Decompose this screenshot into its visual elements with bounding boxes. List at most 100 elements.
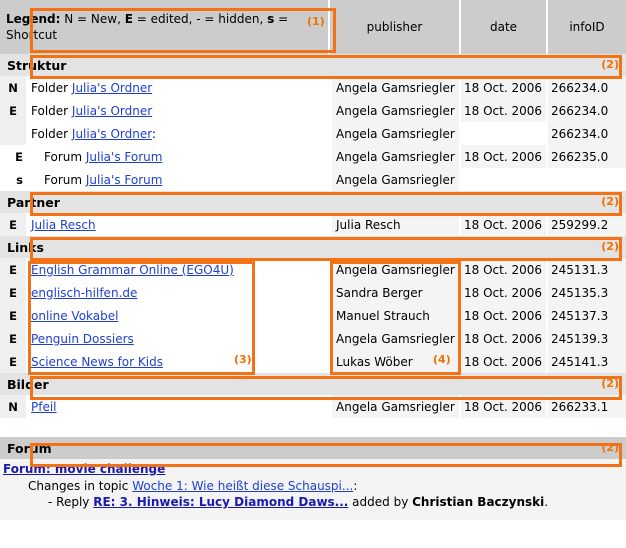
row-title-cell: Forum Julia's Forum	[26, 168, 330, 191]
row-publisher-cell: Julia Resch	[330, 213, 461, 236]
row-status-marker: N	[0, 76, 26, 99]
row-publisher-cell: Angela Gamsriegler	[330, 76, 461, 99]
forum-section-header-cell: (2) Forum	[0, 437, 626, 459]
forum-section-title: Forum	[7, 441, 52, 456]
legend-new: N = New,	[60, 12, 124, 26]
row-title-cell: Folder Julia's Ordner:	[26, 122, 330, 145]
section-header-cell: (2)Struktur	[0, 54, 626, 76]
row-publisher-cell: Angela Gamsriegler	[330, 122, 461, 145]
row-infoid-cell: 266234.0	[548, 76, 626, 99]
legend-label: Legend:	[6, 12, 60, 26]
row-infoid-cell: 259299.2	[548, 213, 626, 236]
row-status-marker-text: E	[1, 150, 25, 164]
row-status-marker: E	[0, 258, 26, 281]
row-date-cell: 18 Oct. 2006	[461, 258, 548, 281]
table-row: E Folder Julia's OrdnerAngela Gamsriegler…	[0, 99, 626, 122]
row-title-prefix: Folder	[31, 127, 72, 141]
forum-body-row: Forum: movie challenge Changes in topic …	[0, 459, 626, 520]
row-infoid-cell: 266234.0	[548, 99, 626, 122]
row-title-link[interactable]: Julia's Ordner	[72, 81, 152, 95]
row-status-marker-text: N	[8, 81, 18, 95]
section-header-bilder: (2)Bilder	[0, 373, 626, 395]
section-header-cell: (2) Partner	[0, 191, 626, 213]
row-status-marker: N	[0, 395, 26, 418]
row-status-marker: s	[0, 168, 26, 191]
row-status-marker: E	[0, 99, 26, 122]
row-status-marker-text: E	[9, 104, 17, 118]
table-header-row: Legend: N = New, E = edited, - = hidden,…	[0, 0, 626, 54]
row-title-link[interactable]: Julia's Ordner	[72, 127, 152, 141]
row-date-cell: 18 Oct. 2006	[461, 99, 548, 122]
row-status-marker: E	[0, 350, 26, 373]
column-header-publisher[interactable]: publisher	[330, 0, 461, 54]
row-publisher-cell: Angela Gamsriegler	[330, 145, 461, 168]
annotation-number-section: (2)	[601, 195, 619, 208]
row-title-link[interactable]: Pfeil	[31, 400, 57, 414]
row-title-link[interactable]: Julia's Ordner	[72, 104, 152, 118]
table-row: NFolder Julia's OrdnerAngela Gamsriegler…	[0, 76, 626, 99]
section-header-struktur: (2)Struktur	[0, 54, 626, 76]
row-infoid-cell: 245141.3	[548, 350, 626, 373]
row-status-marker: E	[0, 304, 26, 327]
spacer	[0, 418, 626, 437]
row-date-cell	[461, 168, 548, 191]
forum-heading-link[interactable]: Forum: movie challenge	[3, 462, 165, 476]
row-infoid-cell: 245137.3	[548, 304, 626, 327]
row-date-cell: 18 Oct. 2006	[461, 281, 548, 304]
section-title: Bilder	[7, 377, 49, 392]
row-infoid-cell	[548, 168, 626, 191]
table-row: EPenguin DossiersAngela Gamsriegler18 Oc…	[0, 327, 626, 350]
row-publisher-cell: Angela Gamsriegler	[330, 258, 461, 281]
row-title-cell: Science News for Kids	[26, 350, 330, 373]
row-publisher-cell: Lukas Wöber	[330, 350, 461, 373]
row-infoid-cell: 245139.3	[548, 327, 626, 350]
table-row: sForum Julia's ForumAngela Gamsriegler	[0, 168, 626, 191]
section-title: Struktur	[7, 58, 66, 73]
section-title: Links	[7, 240, 44, 255]
row-date-cell: 18 Oct. 2006	[461, 395, 548, 418]
row-status-marker: E	[0, 327, 26, 350]
legend-shortcut-word: Shortcut	[6, 28, 57, 42]
table-row: Eenglisch-hilfen.deSandra Berger18 Oct. …	[0, 281, 626, 304]
row-title-link[interactable]: englisch-hilfen.de	[31, 286, 137, 300]
forum-reply-link[interactable]: RE: 3. Hinweis: Lucy Diamond Daws...	[93, 495, 348, 509]
row-status-marker-text: E	[9, 263, 17, 277]
row-title-link[interactable]: Penguin Dossiers	[31, 332, 134, 346]
legend-edited-key: E	[125, 12, 133, 26]
annotation-number-forum: (2)	[601, 441, 619, 454]
row-status-marker-text: E	[9, 355, 17, 369]
row-title-link[interactable]: Julia's Forum	[86, 150, 163, 164]
forum-section-header: (2) Forum	[0, 437, 626, 459]
row-title-link[interactable]: Julia Resch	[31, 218, 96, 232]
row-publisher-cell: Sandra Berger	[330, 281, 461, 304]
row-status-marker-text: s	[1, 173, 25, 187]
column-header-date[interactable]: date	[461, 0, 548, 54]
forum-change-suffix: :	[353, 479, 357, 493]
row-title-link[interactable]: Julia's Forum	[86, 173, 163, 187]
legend-edited-hidden: = edited, - = hidden,	[133, 12, 267, 26]
section-title: Partner	[7, 195, 60, 210]
row-publisher-cell: Manuel Strauch	[330, 304, 461, 327]
row-title-link[interactable]: English Grammar Online (EGO4U)	[31, 263, 234, 277]
section-header-links: (2)Links	[0, 236, 626, 258]
forum-reply-mid: added by	[348, 495, 412, 509]
row-title-link[interactable]: Science News for Kids	[31, 355, 163, 369]
forum-heading: Forum: movie challenge	[0, 462, 626, 476]
section-header-partner: (2) Partner	[0, 191, 626, 213]
row-infoid-cell: 245131.3	[548, 258, 626, 281]
column-header-infoid[interactable]: infoID	[548, 0, 626, 54]
forum-topic-link[interactable]: Woche 1: Wie heißt diese Schauspi...	[132, 479, 353, 493]
row-title-link[interactable]: online Vokabel	[31, 309, 118, 323]
table-row: E English Grammar Online (EGO4U) Angela Ga…	[0, 258, 626, 281]
forum-reply-suffix: .	[544, 495, 548, 509]
forum-reply-line: - Reply RE: 3. Hinweis: Lucy Diamond Daw…	[0, 494, 626, 510]
row-title-cell: Forum Julia's Forum	[26, 145, 330, 168]
row-infoid-cell: 266235.0	[548, 145, 626, 168]
forum-reply-author: Christian Baczynski	[412, 495, 544, 509]
legend-equals: =	[274, 12, 288, 26]
row-title-cell: Folder Julia's Ordner	[26, 99, 330, 122]
row-date-cell	[461, 122, 548, 145]
row-publisher-cell: Angela Gamsriegler	[330, 99, 461, 122]
forum-table: (2) Forum Forum: movie challenge Changes…	[0, 437, 626, 520]
row-publisher-cell: Angela Gamsriegler	[330, 395, 461, 418]
